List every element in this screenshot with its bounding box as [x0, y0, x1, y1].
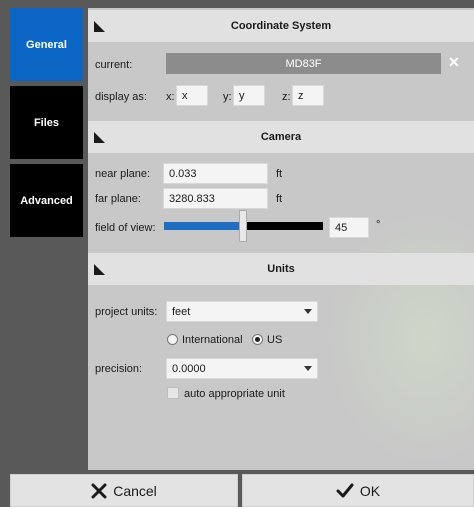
background-map-graphic [324, 208, 474, 468]
fov-slider-thumb[interactable] [239, 210, 247, 242]
cancel-label: Cancel [113, 482, 157, 499]
fov-slider-fill[interactable] [164, 222, 243, 230]
near-plane-field[interactable]: 0.033 [163, 163, 268, 184]
settings-panel: Coordinate System current: MD83F ✕ displ… [88, 8, 474, 470]
collapse-triangle-icon[interactable] [94, 132, 105, 143]
tab-files[interactable]: Files [10, 86, 83, 159]
current-coordinate-system[interactable]: MD83F [166, 53, 441, 74]
tab-advanced[interactable]: Advanced [10, 164, 83, 237]
section-title: Units [267, 263, 295, 275]
fov-value-field[interactable]: 45 [329, 217, 369, 238]
auto-unit-label: auto appropriate unit [184, 388, 285, 400]
current-label: current: [95, 59, 133, 71]
auto-unit-checkbox[interactable] [167, 387, 179, 399]
checkmark-icon [336, 483, 354, 497]
section-title: Coordinate System [230, 20, 332, 32]
z-axis-field[interactable]: z [292, 85, 324, 106]
ok-label: OK [359, 482, 381, 499]
fov-slider-track[interactable] [243, 222, 323, 230]
z-axis-label: z: [282, 91, 291, 103]
chevron-down-icon [304, 309, 312, 314]
international-label: International [182, 334, 243, 346]
section-title: Camera [260, 131, 302, 143]
project-units-label: project units: [95, 306, 158, 318]
project-units-select[interactable]: feet [166, 301, 318, 322]
display-as-label: display as: [95, 91, 147, 103]
cancel-button[interactable]: Cancel [10, 474, 238, 507]
x-axis-field[interactable]: x [176, 85, 208, 106]
near-plane-label: near plane: [95, 168, 151, 180]
settings-tab-bar: General Files Advanced [0, 0, 88, 470]
field-of-view-label: field of view: [95, 222, 156, 234]
y-axis-field[interactable]: y [233, 85, 265, 106]
far-plane-label: far plane: [95, 193, 141, 205]
collapse-triangle-icon[interactable] [94, 21, 105, 32]
section-header-coordinate-system[interactable]: Coordinate System [88, 10, 474, 42]
tab-general[interactable]: General [10, 8, 83, 81]
close-icon [91, 483, 107, 498]
precision-label: precision: [95, 363, 143, 375]
y-axis-label: y: [223, 91, 232, 103]
international-radio[interactable] [167, 334, 178, 345]
far-plane-unit: ft [276, 193, 283, 205]
section-header-camera[interactable]: Camera [88, 121, 474, 153]
clear-coordinate-system-icon[interactable]: ✕ [448, 54, 460, 71]
ok-button[interactable]: OK [242, 474, 474, 507]
collapse-triangle-icon[interactable] [94, 264, 105, 275]
precision-select[interactable]: 0.0000 [166, 358, 318, 379]
x-axis-label: x: [166, 91, 175, 103]
project-units-value: feet [172, 305, 191, 318]
us-label: US [267, 334, 283, 346]
section-header-units[interactable]: Units [88, 253, 474, 285]
near-plane-unit: ft [276, 168, 283, 180]
chevron-down-icon [304, 366, 312, 371]
fov-degree-unit: ° [376, 219, 381, 231]
precision-value: 0.0000 [172, 362, 206, 375]
us-radio[interactable] [252, 334, 263, 345]
far-plane-field[interactable]: 3280.833 [163, 188, 268, 209]
